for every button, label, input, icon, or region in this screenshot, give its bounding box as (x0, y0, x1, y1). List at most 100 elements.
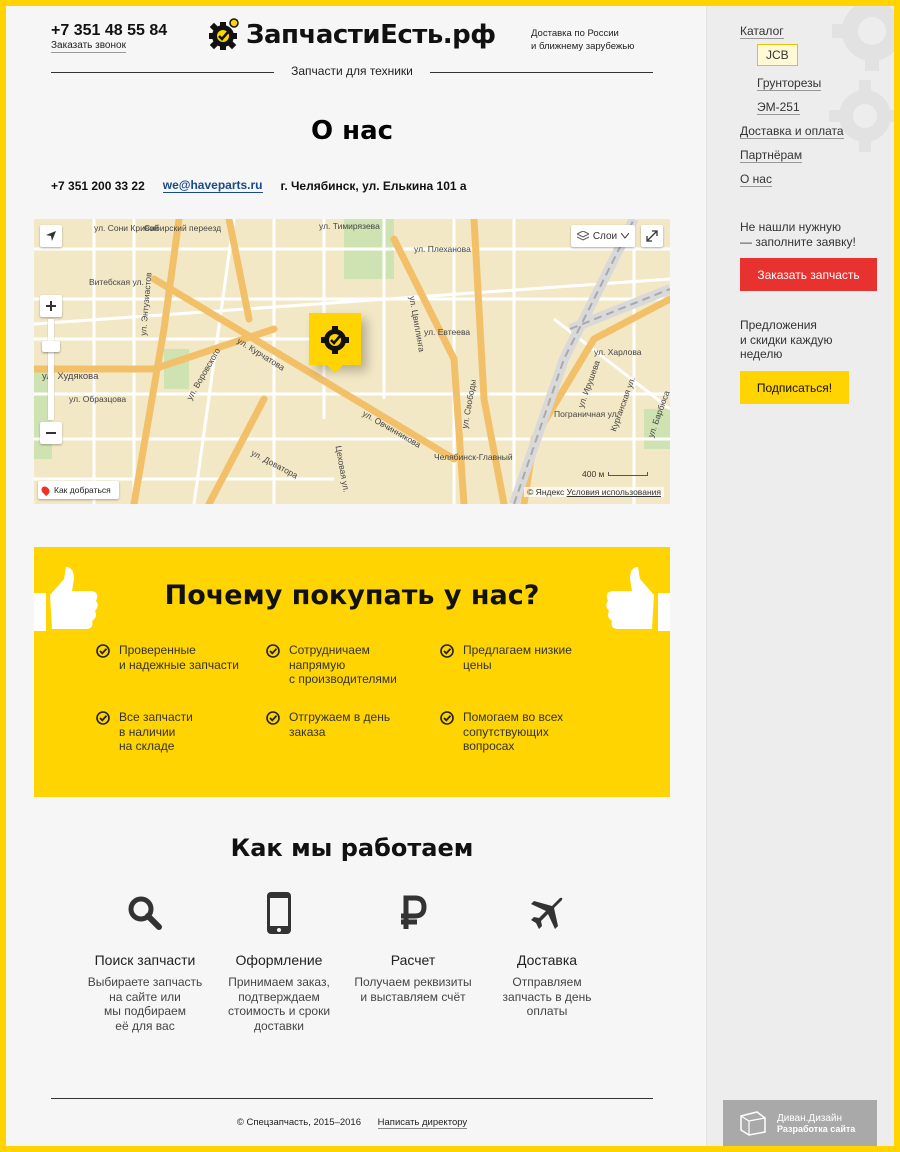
sidebar: Каталог JCB Грунторезы ЭМ-251 Доставка и… (706, 6, 894, 1146)
map-scale: 400 м (582, 469, 649, 479)
scale-bar (608, 472, 649, 476)
check-circle-icon (440, 644, 454, 658)
step-desc: Выбираете запчасть на сайте или мы подби… (87, 975, 203, 1033)
sofa-logo-icon (740, 1111, 766, 1136)
map-pin-icon (39, 484, 52, 496)
check-circle-icon (96, 644, 110, 658)
map[interactable]: Сибирский переезд ул. Тимирязева ул. Пле… (34, 219, 670, 504)
why-item: Все запчасти в наличии на складе (96, 710, 256, 754)
layers-button[interactable]: Слои (571, 225, 635, 247)
layers-icon (576, 231, 589, 241)
why-item: Предлагаем низкие цены (440, 643, 600, 672)
step-name: Оформление (235, 952, 323, 968)
map-terms-link[interactable]: Условия использования (567, 487, 661, 497)
main-content: +7 351 48 55 84 Заказать звонок Запчасти… (6, 6, 706, 1146)
map-copyright-text: © Яндекс (527, 487, 565, 497)
step-name: Расчет (390, 952, 436, 968)
office-map-marker[interactable] (309, 313, 361, 373)
map-copyright: © Яндекс Условия использования (524, 487, 664, 497)
sidebar-item-about[interactable]: О нас (740, 172, 844, 187)
check-circle-icon (266, 711, 280, 725)
sidebar-item-catalog[interactable]: Каталог (740, 24, 844, 39)
delivery-line-1: Доставка по России (531, 28, 619, 39)
divider-line (51, 72, 274, 73)
contact-phone[interactable]: +7 351 200 33 22 (51, 179, 145, 193)
map-street-label: ул. Плеханова (414, 244, 471, 254)
check-circle-icon (266, 644, 280, 658)
logo-text: ЗапчастиЕсть.рф (246, 20, 496, 50)
why-item-text: Все запчасти в наличии на складе (119, 710, 193, 753)
zoom-out-button[interactable] (40, 422, 62, 444)
why-item-text: Отгружаем в день заказа (289, 710, 391, 739)
contact-email[interactable]: we@haveparts.ru (162, 179, 263, 193)
step-desc: Получаем реквизиты и выставляем счёт (354, 975, 472, 1004)
zoom-slider-track[interactable] (48, 319, 54, 420)
zoom-in-button[interactable] (40, 295, 62, 317)
page-title: О нас (310, 116, 394, 146)
tagline-row: Запчасти для техники (51, 64, 653, 80)
map-street-label: ул. Образцова (69, 394, 127, 404)
sidebar-item-grunterezy[interactable]: Грунторезы (757, 76, 844, 91)
step-name: Доставка (516, 952, 578, 968)
route-label: Как добраться (54, 485, 111, 495)
developer-badge[interactable]: Диван.Дизайн Разработка сайта (723, 1100, 877, 1146)
developer-title: Диван.Дизайн (777, 1112, 843, 1124)
route-button[interactable]: Как добраться (38, 481, 119, 499)
why-item: Помогаем во всех сопутствующих вопросах (440, 710, 600, 754)
how-title: Как мы работаем (230, 834, 474, 862)
why-item: Отгружаем в день заказа (266, 710, 426, 739)
map-street-label: ул. Харлова (594, 347, 642, 357)
map-street-label: ул. Евтеева (424, 327, 471, 337)
search-icon (128, 896, 162, 930)
why-item-text: Помогаем во всех сопутствующих вопросах (463, 710, 564, 753)
sidebar-item-label: О нас (740, 172, 772, 187)
why-item-text: Предлагаем низкие цены (463, 643, 572, 672)
map-street-label: Челябинск-Главный (434, 452, 513, 462)
map-street-label: Витебская ул. (89, 277, 144, 287)
delivery-note: Доставка по России и ближнему зарубежью (531, 27, 661, 53)
footer: © Спецзапчасть, 2015–2016 Написать дирек… (6, 1117, 698, 1129)
step-payment: Расчет Получаем реквизиты и выставляем с… (348, 890, 478, 1004)
step-delivery: Доставка Отправляем запчасть в день опла… (482, 890, 612, 1019)
layers-label: Слои (592, 230, 618, 242)
map-street-label: Пограничная ул. (554, 409, 620, 419)
sidebar-item-label: Грунторезы (757, 76, 822, 91)
step-search: Поиск запчасти Выбираете запчасть на сай… (80, 890, 210, 1033)
call-back-link[interactable]: Заказать звонок (51, 40, 126, 53)
order-part-button[interactable]: Заказать запчасть (740, 258, 877, 291)
tagline: Запчасти для техники (291, 64, 413, 78)
sidebar-item-jcb[interactable]: JCB (757, 44, 844, 66)
location-arrow-icon (46, 231, 56, 241)
footer-divider (51, 1098, 653, 1099)
page-frame: +7 351 48 55 84 Заказать звонок Запчасти… (6, 6, 894, 1146)
why-item: Проверенные и надежные запчасти (96, 643, 256, 672)
sidebar-nav: Каталог JCB Грунторезы ЭМ-251 Доставка и… (740, 24, 844, 196)
expand-icon (646, 230, 658, 242)
header-phone[interactable]: +7 351 48 55 84 (51, 22, 167, 40)
sidebar-item-label: ЭМ-251 (757, 100, 800, 115)
sidebar-item-em251[interactable]: ЭМ-251 (757, 100, 844, 115)
site-logo[interactable]: ЗапчастиЕсть.рф (206, 18, 496, 52)
contact-address: г. Челябинск, ул. Елькина 101 а (280, 179, 467, 193)
geolocation-button[interactable] (40, 225, 62, 247)
sidebar-item-partners[interactable]: Партнёрам (740, 148, 844, 163)
gear-logo-icon (321, 326, 349, 354)
scale-label: 400 м (582, 469, 605, 479)
contacts-row: +7 351 200 33 22 we@haveparts.ru г. Челя… (51, 179, 467, 193)
ruble-icon (401, 895, 427, 929)
step-desc: Принимаем заказ, подтверждаем стоимость … (227, 975, 331, 1033)
sidebar-item-label: Партнёрам (740, 148, 803, 163)
phone-icon (267, 892, 291, 934)
developer-subtitle: Разработка сайта (777, 1123, 856, 1134)
fullscreen-button[interactable] (641, 225, 663, 247)
zoom-slider-handle[interactable] (42, 341, 60, 352)
sidebar-item-delivery[interactable]: Доставка и оплата (740, 124, 844, 139)
write-director-link[interactable]: Написать директору (377, 1117, 468, 1129)
subscribe-text: Предложения и скидки каждую неделю (740, 318, 833, 361)
map-street-label: ул. Сони Кривой (94, 223, 159, 233)
why-title: Почему покупать у нас? (164, 580, 540, 611)
chevron-down-icon (621, 233, 630, 239)
sidebar-item-label: JCB (757, 44, 798, 66)
subscribe-button[interactable]: Подписаться! (740, 371, 849, 404)
why-us-section: Почему покупать у нас? Проверенные и над… (34, 547, 670, 797)
